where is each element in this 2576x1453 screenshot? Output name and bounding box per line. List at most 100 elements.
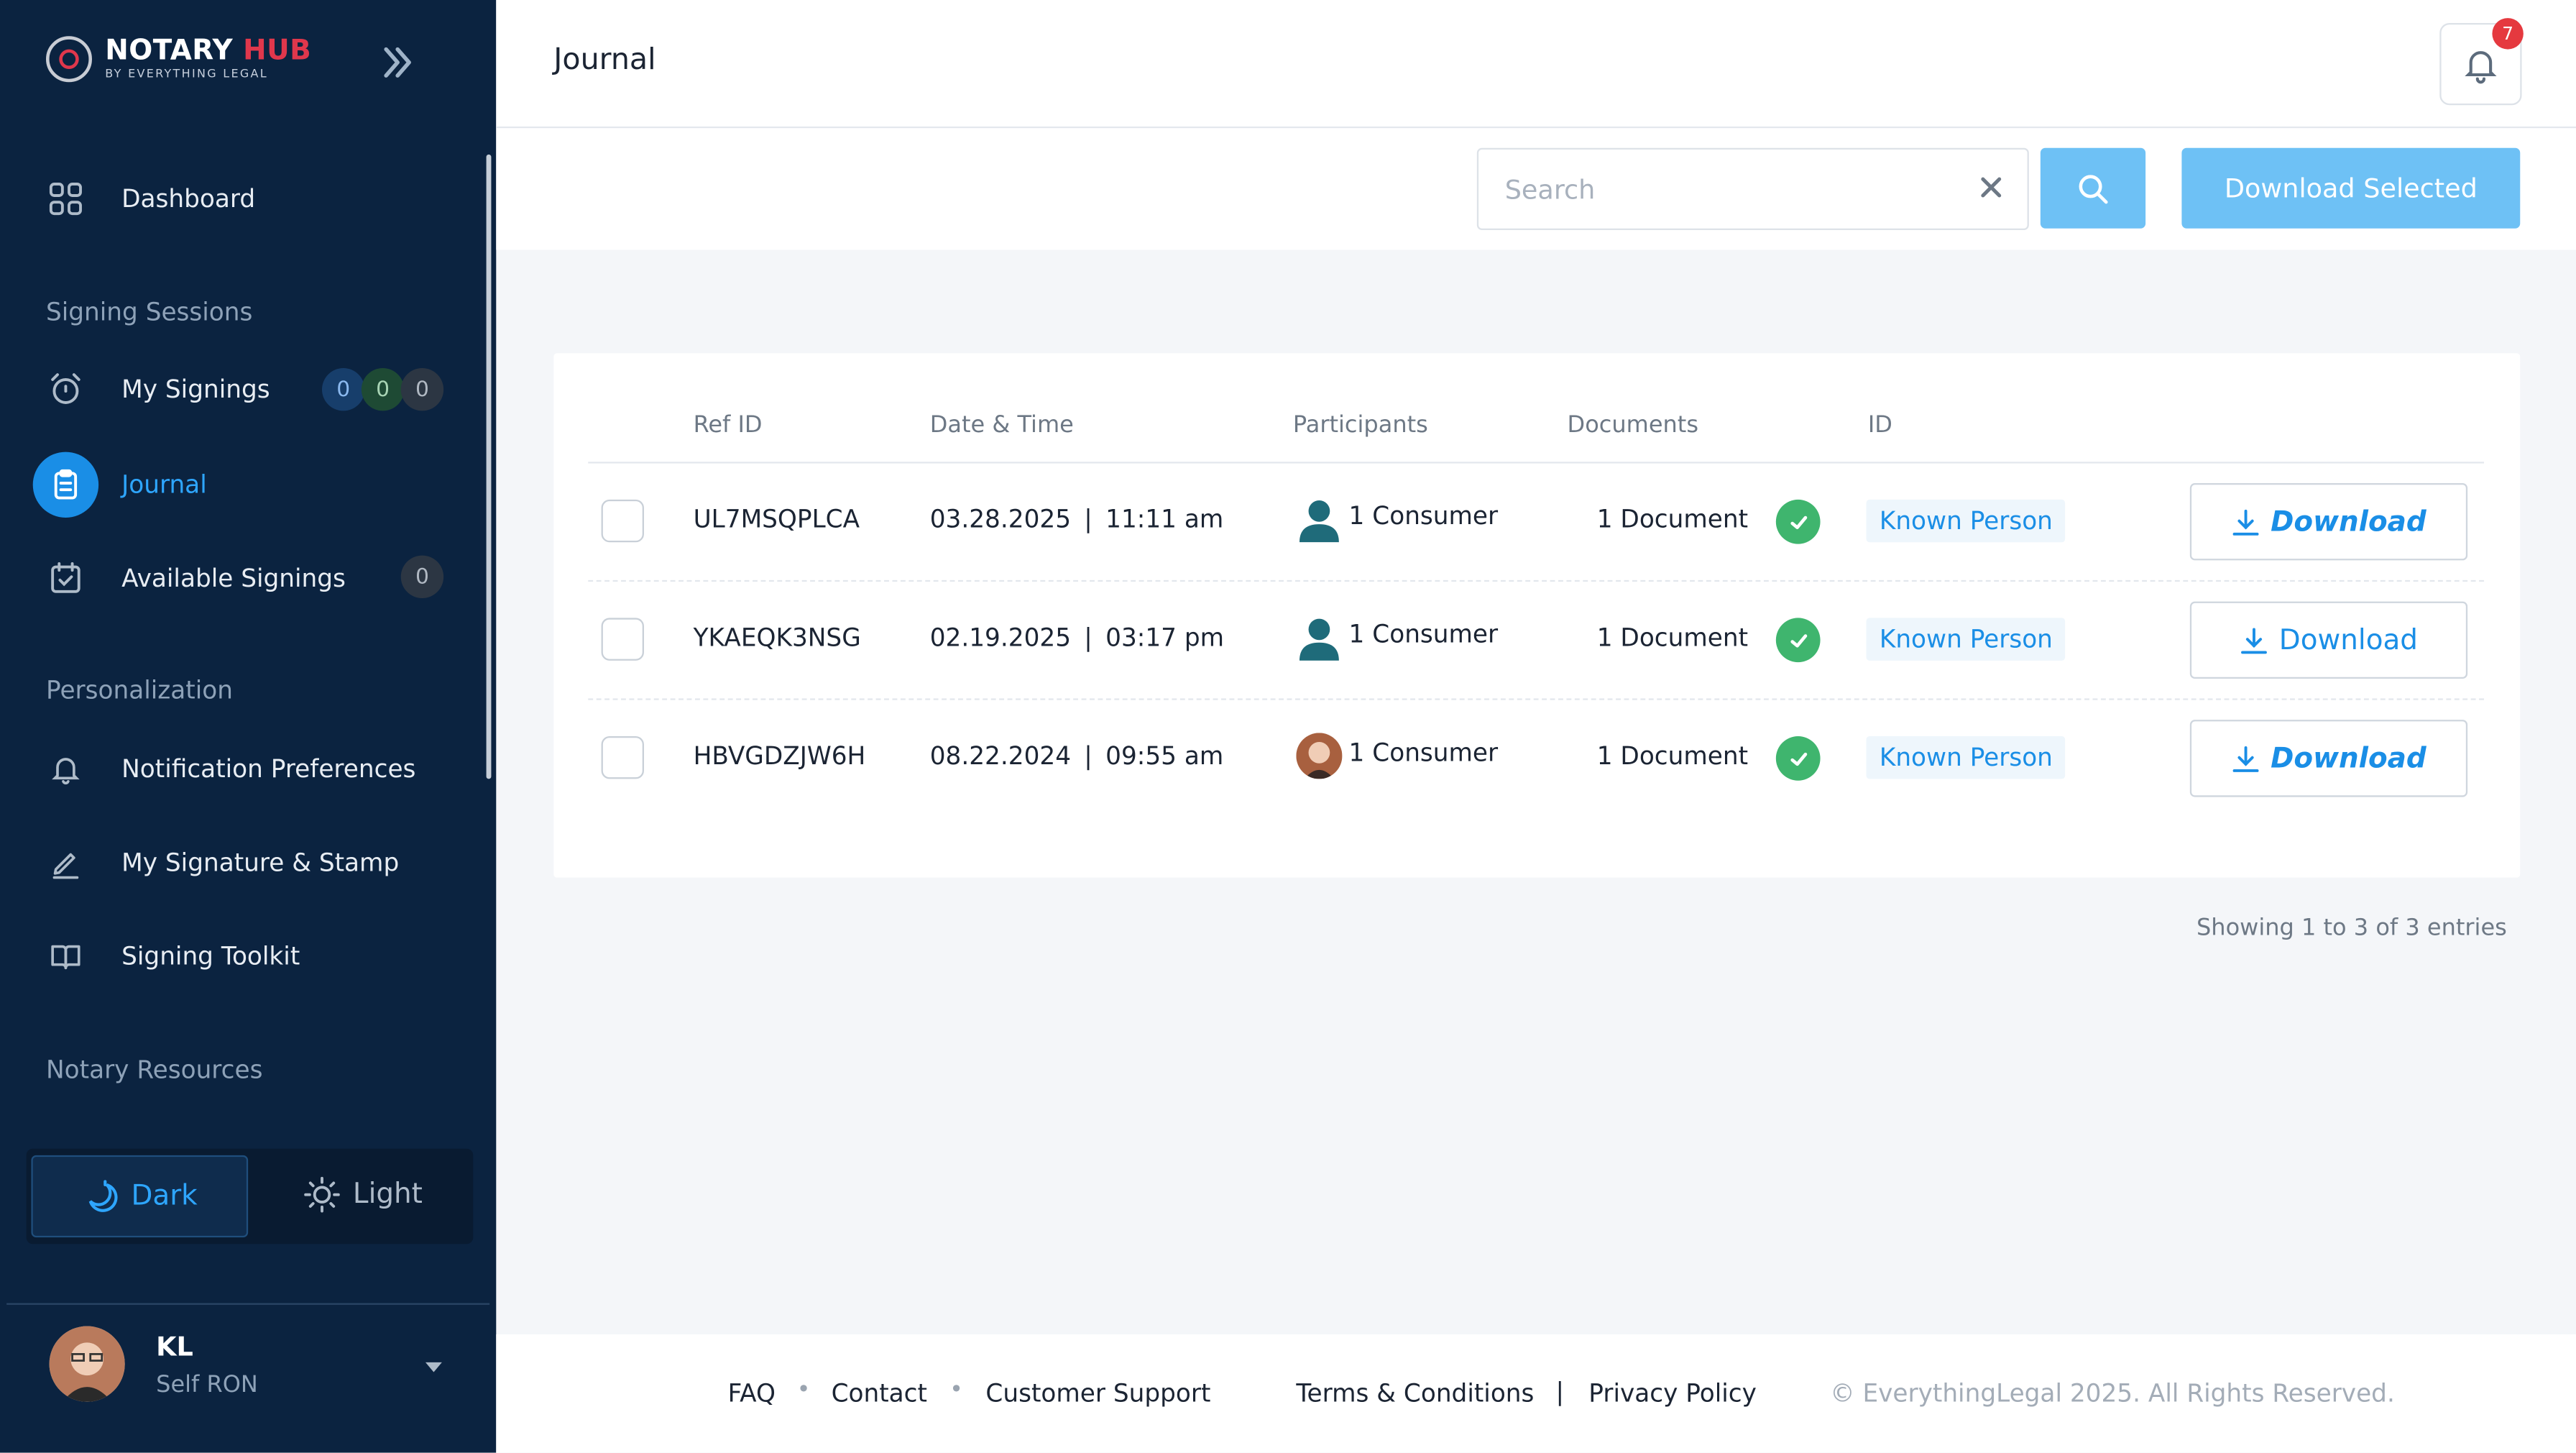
my-signings-badges: 0 0 0 — [321, 367, 444, 411]
footer-link-support[interactable]: Customer Support — [985, 1379, 1210, 1408]
sidebar-item-label: Signing Toolkit — [121, 941, 300, 971]
sidebar-item-label-journal[interactable]: Journal — [121, 470, 207, 500]
table-row: UL7MSQPLCA 03.28.2025 | 11:11 am 1 Consume… — [588, 464, 2484, 582]
sidebar-scrollbar[interactable] — [486, 154, 492, 779]
user-initials: KL — [156, 1331, 193, 1362]
sidebar-item-label: Available Signings — [121, 563, 346, 594]
section-notary-resources: Notary Resources — [45, 1055, 263, 1085]
footer-link-privacy[interactable]: Privacy Policy — [1588, 1379, 1757, 1408]
column-header-participants[interactable]: Participants — [1293, 413, 1428, 439]
footer-link-contact[interactable]: Contact — [832, 1379, 927, 1408]
download-label: Download — [2271, 741, 2426, 775]
column-header-ref-id[interactable]: Ref ID — [694, 413, 763, 439]
toolbar: Download Selected — [496, 128, 2576, 250]
column-header-date-time[interactable]: Date & Time — [930, 413, 1074, 439]
divider — [6, 1303, 490, 1305]
participants: 1 Consumer — [1348, 501, 1499, 531]
table-row: YKAEQK3NSG 02.19.2025 | 03:17 pm 1 Consume… — [588, 582, 2484, 700]
sidebar-item-dashboard[interactable]: Dashboard — [46, 166, 255, 232]
column-header-documents[interactable]: Documents — [1568, 413, 1698, 439]
id-status-chip: Known Person — [1866, 735, 2066, 779]
journal-table: Ref ID Date & Time Participants Document… — [553, 353, 2521, 878]
user-role: Self RON — [156, 1372, 258, 1399]
sidebar-item-label: Dashboard — [121, 183, 256, 214]
bell-icon — [46, 749, 86, 789]
pen-icon — [46, 843, 86, 883]
avatar[interactable] — [49, 1326, 125, 1402]
section-personalization: Personalization — [45, 675, 233, 705]
footer: FAQ • Contact • Customer Support Terms &… — [496, 1334, 2576, 1453]
download-button[interactable]: Download — [2189, 482, 2468, 561]
calendar-check-icon — [46, 559, 86, 598]
user-icon — [1299, 618, 1339, 661]
date: 02.19.2025 — [929, 623, 1072, 653]
sidebar-item-signature-stamp[interactable]: My Signature & Stamp — [46, 830, 399, 895]
brand-name-a: NOTARY — [105, 34, 234, 68]
sidebar: NOTARY HUB BY EVERYTHING LEGAL Dashboard… — [0, 0, 497, 1453]
user-icon — [1299, 500, 1339, 543]
date: 03.28.2025 — [929, 504, 1072, 534]
count-badge: 0 — [321, 367, 365, 411]
close-icon[interactable] — [1978, 174, 2005, 201]
search-box — [1476, 147, 2029, 230]
bell-icon — [2465, 51, 2497, 84]
download-icon — [2232, 745, 2259, 771]
sidebar-item-signing-toolkit[interactable]: Signing Toolkit — [46, 924, 300, 989]
sidebar-item-label: My Signings — [121, 375, 270, 405]
download-button[interactable]: Download — [2189, 720, 2468, 797]
sidebar-item-journal[interactable] — [32, 452, 99, 518]
logo-icon — [45, 36, 92, 83]
alarm-clock-icon — [46, 370, 86, 409]
caret-down-icon[interactable] — [425, 1362, 442, 1372]
grid-icon — [46, 179, 86, 219]
theme-light-button[interactable]: Light — [259, 1155, 466, 1234]
footer-link-faq[interactable]: FAQ — [728, 1379, 776, 1408]
sidebar-item-notification-preferences[interactable]: Notification Preferences — [46, 736, 415, 802]
page-title: Journal — [553, 42, 656, 78]
moon-icon — [88, 1180, 118, 1212]
footer-link-terms[interactable]: Terms & Conditions — [1296, 1379, 1534, 1408]
date-time: 08.22.2024 | 09:55 am — [929, 741, 1224, 771]
download-button[interactable]: Download — [2189, 601, 2468, 679]
section-signing-sessions: Signing Sessions — [45, 297, 253, 327]
download-label: Download — [2271, 505, 2426, 538]
theme-light-label: Light — [352, 1178, 423, 1211]
pagination-info: Showing 1 to 3 of 3 entries — [2196, 915, 2507, 942]
participant-avatar — [1296, 733, 1343, 779]
brand-logo[interactable]: NOTARY HUB BY EVERYTHING LEGAL — [45, 34, 311, 83]
date-time: 02.19.2025 | 03:17 pm — [929, 623, 1225, 653]
row-checkbox[interactable] — [601, 735, 644, 779]
download-selected-button[interactable]: Download Selected — [2181, 147, 2521, 229]
time: 09:55 am — [1105, 741, 1224, 771]
book-icon — [46, 937, 86, 976]
ref-id: HBVGDZJW6H — [693, 741, 866, 771]
table-row: HBVGDZJW6H 08.22.2024 | 09:55 am 1 Consume… — [588, 700, 2484, 819]
search-button[interactable] — [2040, 147, 2146, 229]
sidebar-item-my-signings[interactable]: My Signings — [46, 357, 270, 422]
time: 11:11 am — [1105, 504, 1224, 534]
id-status-chip: Known Person — [1866, 618, 2066, 661]
brand-tagline: BY EVERYTHING LEGAL — [105, 67, 268, 81]
date: 08.22.2024 — [929, 741, 1072, 771]
notification-count-badge: 7 — [2492, 18, 2524, 50]
row-checkbox[interactable] — [601, 618, 644, 661]
download-icon — [2241, 627, 2268, 654]
participants: 1 Consumer — [1348, 738, 1499, 768]
documents: 1 Document — [1596, 741, 1749, 771]
download-icon — [2232, 508, 2259, 535]
row-checkbox[interactable] — [601, 499, 644, 543]
sun-icon — [303, 1176, 340, 1213]
check-icon — [1775, 735, 1821, 781]
search-icon — [2079, 174, 2108, 203]
header: Journal 7 — [496, 0, 2576, 129]
count-badge: 0 — [400, 367, 444, 411]
theme-dark-button[interactable]: Dark — [31, 1155, 249, 1238]
sidebar-item-available-signings[interactable]: Available Signings — [46, 546, 346, 611]
sidebar-item-label: Notification Preferences — [121, 754, 416, 784]
documents: 1 Document — [1596, 504, 1749, 534]
date-time: 03.28.2025 | 11:11 am — [929, 504, 1224, 534]
column-header-id[interactable]: ID — [1868, 413, 1892, 439]
sidebar-item-label: My Signature & Stamp — [121, 848, 400, 878]
collapse-sidebar-button[interactable] — [374, 40, 420, 86]
search-input[interactable] — [1501, 149, 1969, 229]
